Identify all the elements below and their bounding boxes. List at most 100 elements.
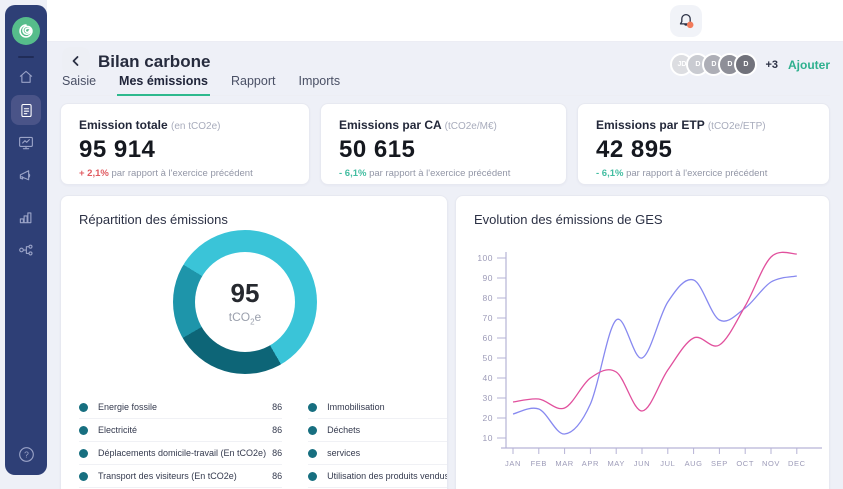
emissions-breakdown-card: Répartition des émissions 95 tCO2e Energ… (60, 195, 448, 489)
series-serie-violette (513, 276, 797, 434)
kpi-card: Emission totale (en tCO2e) 95 914 + 2,1% p… (60, 103, 310, 185)
chevron-left-icon (69, 54, 83, 68)
y-tick-label: 20 (483, 413, 493, 423)
avatar[interactable]: D (734, 53, 757, 76)
legend-item[interactable]: Utilisation des produits vendus86 (308, 465, 448, 488)
team-section: JDDDDD +3 Ajouter (670, 53, 830, 76)
kpi-value: 95 914 (79, 136, 291, 164)
avatar-group: JDDDDD (670, 53, 757, 76)
back-button[interactable] (62, 47, 90, 75)
legend-item[interactable]: Transport des visiteurs (En tCO2e) 86 (79, 465, 282, 488)
y-tick-label: 40 (483, 373, 493, 383)
legend-item[interactable]: Immobilisation86 (308, 396, 448, 419)
x-tick-label: SEP (711, 459, 728, 468)
legend-value: 86 (272, 402, 282, 412)
y-tick-label: 50 (483, 353, 493, 363)
y-tick-label: 80 (483, 293, 493, 303)
legend-item[interactable]: services86 (308, 442, 448, 465)
y-tick-label: 30 (483, 393, 493, 403)
notification-button[interactable] (670, 5, 702, 37)
kpi-delta: - 6,1% par rapport à l'exercice précéden… (596, 168, 811, 179)
tab-imports[interactable]: Imports (296, 74, 342, 95)
charts-row: Répartition des émissions 95 tCO2e Energ… (60, 195, 830, 489)
x-tick-label: DEC (788, 459, 806, 468)
y-tick-label: 100 (477, 253, 493, 263)
kpi-unit: (en tCO2e) (171, 121, 220, 132)
legend-item[interactable]: Déchets86 (308, 419, 448, 442)
legend-dot-icon (79, 449, 88, 458)
help-icon: ? (18, 446, 35, 463)
sidebar-item-document[interactable] (11, 95, 41, 125)
x-tick-label: JUL (660, 459, 675, 468)
donut-center-value: 95 (231, 278, 260, 309)
legend-label: Déchets (327, 425, 448, 435)
sidebar-nav (5, 62, 47, 265)
add-member-link[interactable]: Ajouter (788, 58, 830, 72)
legend-label: Immobilisation (327, 402, 448, 412)
tab-bar: Saisie Mes émissions Rapport Imports (60, 74, 830, 96)
legend-label: services (327, 448, 448, 458)
x-tick-label: JUN (634, 459, 650, 468)
sidebar-item-bar-chart[interactable] (11, 202, 41, 232)
tab-saisie[interactable]: Saisie (60, 74, 98, 95)
tab-mes-missions[interactable]: Mes émissions (117, 74, 210, 96)
sidebar-item-home[interactable] (11, 62, 41, 92)
y-tick-label: 90 (483, 273, 493, 283)
sidebar-item-org-chart[interactable] (11, 235, 41, 265)
monitor-icon (17, 134, 35, 152)
legend-dot-icon (308, 426, 317, 435)
org-chart-icon (17, 241, 35, 259)
legend-value: 86 (272, 425, 282, 435)
legend-item[interactable]: Electricité 86 (79, 419, 282, 442)
app-logo[interactable] (12, 17, 40, 45)
legend-value: 86 (272, 448, 282, 458)
x-tick-label: NOV (762, 459, 780, 468)
donut-center-unit: tCO2e (229, 310, 261, 326)
x-tick-label: MAR (555, 459, 573, 468)
legend-dot-icon (308, 403, 317, 412)
legend-dot-icon (308, 472, 317, 481)
legend-item[interactable]: Energie fossile 86 (79, 396, 282, 419)
legend-dot-icon (79, 426, 88, 435)
sidebar-item-monitor[interactable] (11, 128, 41, 158)
y-tick-label: 60 (483, 333, 493, 343)
document-icon (18, 102, 35, 119)
notification-dot (687, 22, 694, 29)
home-icon (17, 68, 35, 86)
donut-center: 95 tCO2e (195, 252, 295, 352)
legend-label: Electricité (98, 425, 266, 435)
donut-chart[interactable]: 95 tCO2e (173, 230, 317, 374)
kpi-unit: (tCO2e/ETP) (708, 121, 766, 132)
tab-rapport[interactable]: Rapport (229, 74, 277, 95)
x-tick-label: APR (582, 459, 599, 468)
kpi-label: Emissions par ETP (tCO2e/ETP) (596, 118, 811, 132)
legend-value: 86 (272, 471, 282, 481)
legend-label: Transport des visiteurs (En tCO2e) (98, 471, 266, 481)
kpi-label: Emission totale (en tCO2e) (79, 118, 291, 132)
kpi-value: 50 615 (339, 136, 548, 164)
page-title: Bilan carbone (98, 52, 210, 72)
donut-legend: Energie fossile86Electricité86Déplacemen… (79, 396, 433, 489)
legend-dot-icon (79, 403, 88, 412)
avatar-overflow-count: +3 (765, 59, 778, 71)
kpi-card: Emissions par CA (tCO2e/M€) 50 615 - 6,1% … (320, 103, 567, 185)
kpi-value: 42 895 (596, 136, 811, 164)
kpi-delta: - 6,1% par rapport à l'exercice précéden… (339, 168, 548, 179)
legend-dot-icon (79, 472, 88, 481)
legend-item[interactable]: Déplacements domicile-travail (En tCO2e)… (79, 442, 282, 465)
top-header (47, 0, 843, 42)
kpi-label: Emissions par CA (tCO2e/M€) (339, 118, 548, 132)
legend-label: Energie fossile (98, 402, 266, 412)
kpi-unit: (tCO2e/M€) (445, 121, 497, 132)
x-tick-label: JAN (505, 459, 521, 468)
line-chart[interactable]: 100908070605040302010JANFEBMARAPRMAYJUNJ… (456, 196, 830, 489)
bar-chart-icon (17, 208, 35, 226)
kpi-card: Emissions par ETP (tCO2e/ETP) 42 895 - 6,1… (577, 103, 830, 185)
sidebar-item-megaphone[interactable] (11, 161, 41, 191)
legend-label: Utilisation des produits vendus (327, 471, 448, 481)
ges-evolution-card: Evolution des émissions de GES 100908070… (455, 195, 830, 489)
legend-label: Déplacements domicile-travail (En tCO2e) (98, 448, 266, 458)
kpi-delta: + 2,1% par rapport à l'exercice précéden… (79, 168, 291, 179)
legend-dot-icon (308, 449, 317, 458)
help-button[interactable]: ? (13, 441, 39, 467)
